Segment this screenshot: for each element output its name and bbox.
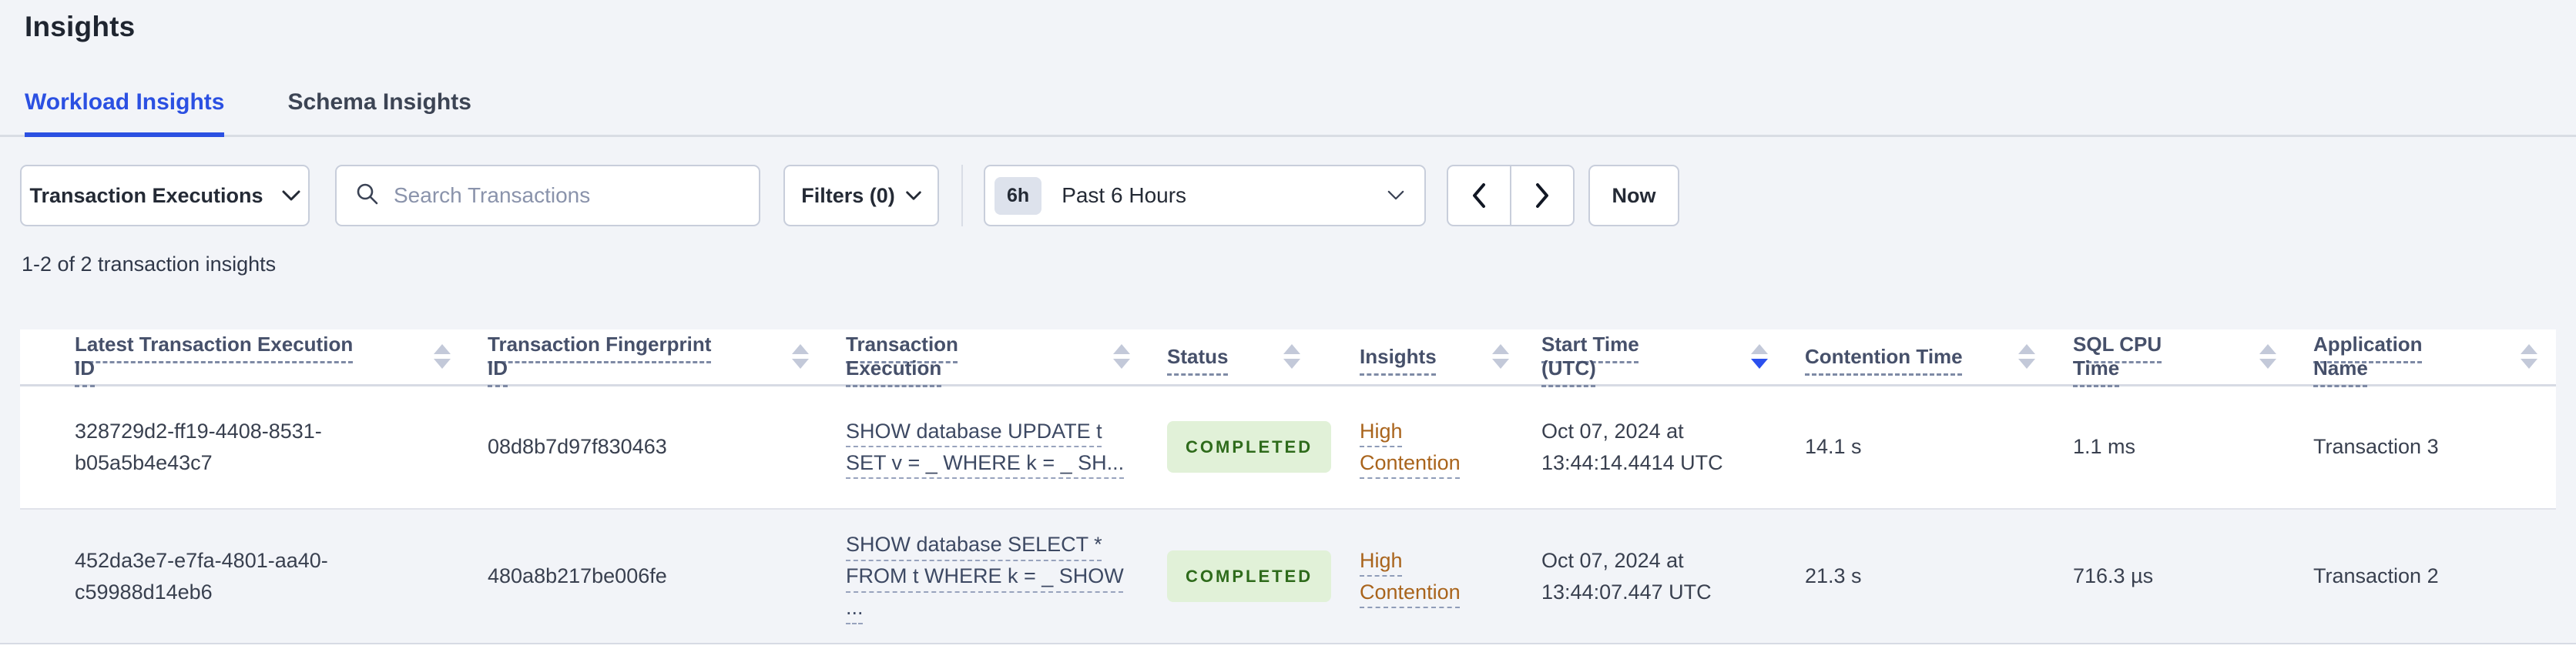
cell-transaction-execution: SHOW database UPDATE t SET v = _ WHERE k… [827,385,1149,509]
sort-icon[interactable] [2259,344,2276,370]
sort-icon[interactable] [2521,344,2537,370]
filters-label: Filters (0) [801,183,895,207]
sort-icon[interactable] [1283,344,1301,370]
cell-contention-time: 14.1 s [1805,435,1862,459]
table-row: 452da3e7-e7fa-4801-aa40-c59988d14eb6 480… [20,509,2556,643]
time-range-select[interactable]: 6h Past 6 Hours [984,165,1426,226]
chevron-down-icon [282,190,300,202]
column-label: Transaction Execution [846,333,958,380]
insight-link[interactable]: High Contention [1360,420,1461,474]
column-label: Application Name [2313,333,2423,380]
cell-start-time: Oct 07, 2024 at 13:44:14.4414 UTC [1541,419,1723,474]
cell-status: COMPLETED [1149,509,1341,643]
sort-icon[interactable] [1113,344,1130,370]
insights-tabs: Workload Insights Schema Insights [25,89,471,137]
column-header-contention-time[interactable]: Contention Time [1786,330,2054,386]
column-label: SQL CPU Time [2073,333,2162,380]
column-label: Status [1167,344,1229,368]
cell-transaction-execution: SHOW database SELECT * FROM t WHERE k = … [827,509,1149,643]
cell-application-name: Transaction 3 [2313,435,2439,459]
status-badge: COMPLETED [1167,421,1332,473]
cell-execution-id: 452da3e7-e7fa-4801-aa40-c59988d14eb6 [75,548,328,604]
cell-fingerprint-id: 08d8b7d97f830463 [488,435,667,459]
insight-link[interactable]: High Contention [1360,549,1461,604]
search-icon [355,182,380,210]
chevron-down-icon [1387,190,1404,201]
cell-status: COMPLETED [1149,385,1341,509]
time-range-label: Past 6 Hours [1062,183,1187,207]
time-nav-group [1447,165,1575,226]
transaction-type-select[interactable]: Transaction Executions [20,165,310,226]
cell-contention-time: 21.3 s [1805,564,1862,587]
column-header-insights[interactable]: Insights [1341,330,1523,386]
table-header-row: Latest Transaction Execution ID Transact… [20,330,2556,386]
transaction-statement-link[interactable]: SHOW database UPDATE t SET v = _ WHERE k… [846,420,1124,474]
time-range-badge: 6h [995,176,1042,215]
filters-button[interactable]: Filters (0) [783,165,939,226]
sort-icon[interactable] [2018,344,2035,370]
table-row: 328729d2-ff19-4408-8531-b05a5b4e43c7 08d… [20,385,2556,509]
column-header-application-name[interactable]: Application Name [2295,330,2556,386]
search-box[interactable] [335,165,760,226]
column-header-latest-transaction-execution-id[interactable]: Latest Transaction Execution ID [20,330,469,386]
cell-sql-cpu-time: 1.1 ms [2073,435,2136,459]
cell-start-time: Oct 07, 2024 at 13:44:07.447 UTC [1541,548,1712,604]
results-count: 1-2 of 2 transaction insights [22,253,277,276]
chevron-right-icon [1535,183,1550,208]
column-label: Start Time (UTC) [1541,333,1639,380]
transaction-statement-link[interactable]: SHOW database SELECT * FROM t WHERE k = … [846,533,1124,619]
transaction-type-label: Transaction Executions [29,183,263,207]
column-label: Contention Time [1805,344,1963,368]
search-input[interactable] [394,183,740,208]
cell-insights: High Contention [1341,385,1523,509]
column-header-status[interactable]: Status [1149,330,1341,386]
chevron-down-icon [906,191,921,201]
cell-sql-cpu-time: 716.3 µs [2073,564,2154,587]
cell-fingerprint-id: 480a8b217be006fe [488,564,667,587]
chevron-left-icon [1471,183,1487,208]
sort-icon[interactable] [434,344,451,370]
sort-icon[interactable] [1751,344,1768,370]
sort-icon[interactable] [1491,344,1509,370]
column-header-sql-cpu-time[interactable]: SQL CPU Time [2054,330,2295,386]
page-title: Insights [25,11,136,42]
time-next-button[interactable] [1510,165,1575,226]
time-prev-button[interactable] [1447,165,1511,226]
controls-separator [961,165,963,226]
controls-row: Transaction Executions Filters (0) 6h Pa… [20,165,1679,226]
table-bottom-edge [0,643,2576,659]
column-label: Latest Transaction Execution ID [75,333,354,380]
tab-schema-insights[interactable]: Schema Insights [287,89,471,137]
column-header-transaction-fingerprint-id[interactable]: Transaction Fingerprint ID [469,330,827,386]
insights-table-card: Latest Transaction Execution ID Transact… [20,330,2556,659]
column-header-transaction-execution[interactable]: Transaction Execution [827,330,1149,386]
sort-icon[interactable] [792,344,809,370]
transaction-insights-table: Latest Transaction Execution ID Transact… [20,330,2556,643]
column-label: Insights [1360,344,1437,368]
column-header-start-time[interactable]: Start Time (UTC) [1523,330,1786,386]
cell-execution-id: 328729d2-ff19-4408-8531-b05a5b4e43c7 [75,419,322,474]
cell-insights: High Contention [1341,509,1523,643]
status-badge: COMPLETED [1167,550,1332,602]
column-label: Transaction Fingerprint ID [488,333,712,380]
now-button[interactable]: Now [1588,165,1679,226]
cell-application-name: Transaction 2 [2313,564,2439,587]
tab-workload-insights[interactable]: Workload Insights [25,89,225,137]
